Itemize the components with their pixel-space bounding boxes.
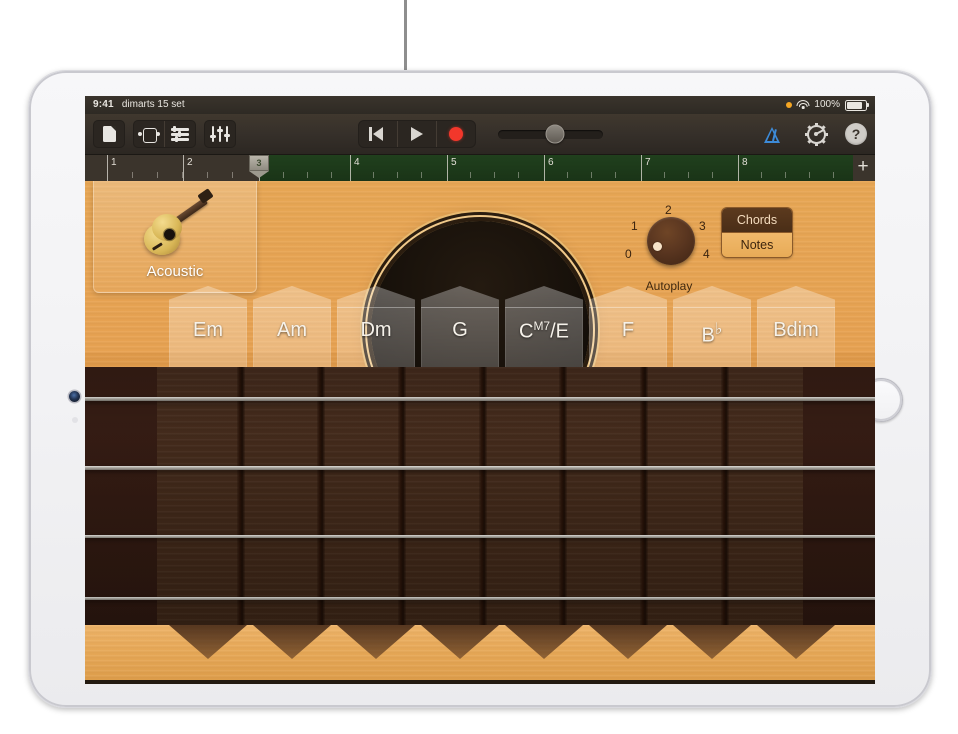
battery-percent-label: 100% [814,96,840,114]
playhead-marker[interactable]: 3 [249,155,269,177]
instrument-card-acoustic[interactable]: Acoustic [93,181,257,293]
autoplay-control: 0 1 2 3 4 Autoplay [623,195,715,291]
fret-divider [317,367,325,625]
loop-browser-button[interactable] [134,121,164,147]
metronome-button[interactable] [757,121,787,147]
record-icon [449,127,463,141]
fretboard-right-edge [803,367,875,625]
fret-divider [559,367,567,625]
toolbar-left-group [93,120,236,148]
play-button[interactable] [397,121,436,147]
front-camera [69,391,80,402]
tracks-view-button[interactable] [164,121,195,147]
fret-divider [640,367,648,625]
autoplay-knob-indicator [653,242,662,251]
transport-controls [358,120,476,148]
rewind-button[interactable] [359,121,397,147]
guitar-string[interactable] [85,397,875,401]
acoustic-guitar-instrument: Acoustic 0 1 2 3 4 Autoplay Chords Notes [85,181,875,684]
play-icon [411,127,423,141]
status-bar: 9:41 dimarts 15 set 100% [85,96,875,114]
playhead-bar-number: 3 [249,155,269,171]
autoplay-position-4[interactable]: 4 [703,247,710,261]
chord-label: Dm [337,319,415,342]
chord-label: Bdim [757,319,835,342]
autoplay-position-0[interactable]: 0 [625,247,632,261]
gear-icon [807,125,826,144]
ipad-device: 9:41 dimarts 15 set 100% [28,70,932,708]
ruler-bar-label: 2 [187,157,193,168]
fretboard-left-edge [85,367,157,625]
guitar-lower-body [85,625,875,684]
region-loop-icon [138,128,160,141]
battery-icon [845,100,867,111]
ruler-bar-label: 7 [645,157,651,168]
volume-slider-knob[interactable] [546,125,565,144]
autoplay-position-2[interactable]: 2 [665,203,672,217]
status-time: 9:41 [93,96,114,114]
guitar-string[interactable] [85,535,875,538]
screenshot-stage: 9:41 dimarts 15 set 100% [0,0,958,734]
screen-bottom-edge [85,680,875,684]
toolbar-right-group: ? [757,121,867,147]
ambient-light-sensor [72,417,78,423]
document-icon [103,126,116,142]
wifi-icon [797,100,809,110]
playhead-tip [249,171,269,178]
main-toolbar: ? [85,114,875,155]
ipad-screen: 9:41 dimarts 15 set 100% [85,96,875,684]
ruler-bar-label: 4 [354,157,360,168]
fret-divider [721,367,729,625]
toggle-option-notes[interactable]: Notes [722,232,792,257]
view-segmented-control [133,120,196,148]
rewind-icon [373,127,383,141]
ruler-bar-label: 5 [451,157,457,168]
status-right-group: 100% [786,96,867,114]
chord-label: Am [253,319,331,342]
status-date: dimarts 15 set [122,96,185,114]
chord-label: F [589,319,667,342]
acoustic-guitar-icon [138,193,212,259]
master-volume-slider[interactable] [498,130,603,139]
ruler-bar-label: 8 [742,157,748,168]
toggle-option-chords[interactable]: Chords [722,208,792,232]
metronome-icon [763,125,781,143]
my-songs-button[interactable] [93,120,125,148]
record-button[interactable] [436,121,475,147]
fret-divider [479,367,487,625]
autoplay-position-3[interactable]: 3 [699,219,706,233]
ruler-ticks: 1 2 3 4 5 6 7 8 [85,155,875,181]
recording-indicator-dot [786,102,792,108]
chord-label: Em [169,319,247,342]
ruler-bar-label: 1 [111,157,117,168]
add-track-button[interactable]: + [855,159,871,175]
ruler-bar-label: 6 [548,157,554,168]
help-button[interactable]: ? [845,123,867,145]
mixer-button[interactable] [204,120,236,148]
chord-label: G [421,319,499,342]
guitar-string[interactable] [85,466,875,470]
settings-button[interactable] [801,121,831,147]
autoplay-knob[interactable] [647,217,695,265]
chord-label: B♭ [673,319,751,348]
faders-icon [211,126,230,142]
chord-label: CM7/E [505,319,583,344]
guitar-fretboard[interactable] [85,367,875,625]
fret-divider [237,367,245,625]
guitar-string[interactable] [85,597,875,600]
fret-divider [398,367,406,625]
instrument-card-label: Acoustic [147,263,204,280]
timeline-ruler[interactable]: 1 2 3 4 5 6 7 8 3 [85,155,875,181]
chords-notes-toggle: Chords Notes [721,207,793,258]
autoplay-position-1[interactable]: 1 [631,219,638,233]
tracks-icon [171,128,189,141]
